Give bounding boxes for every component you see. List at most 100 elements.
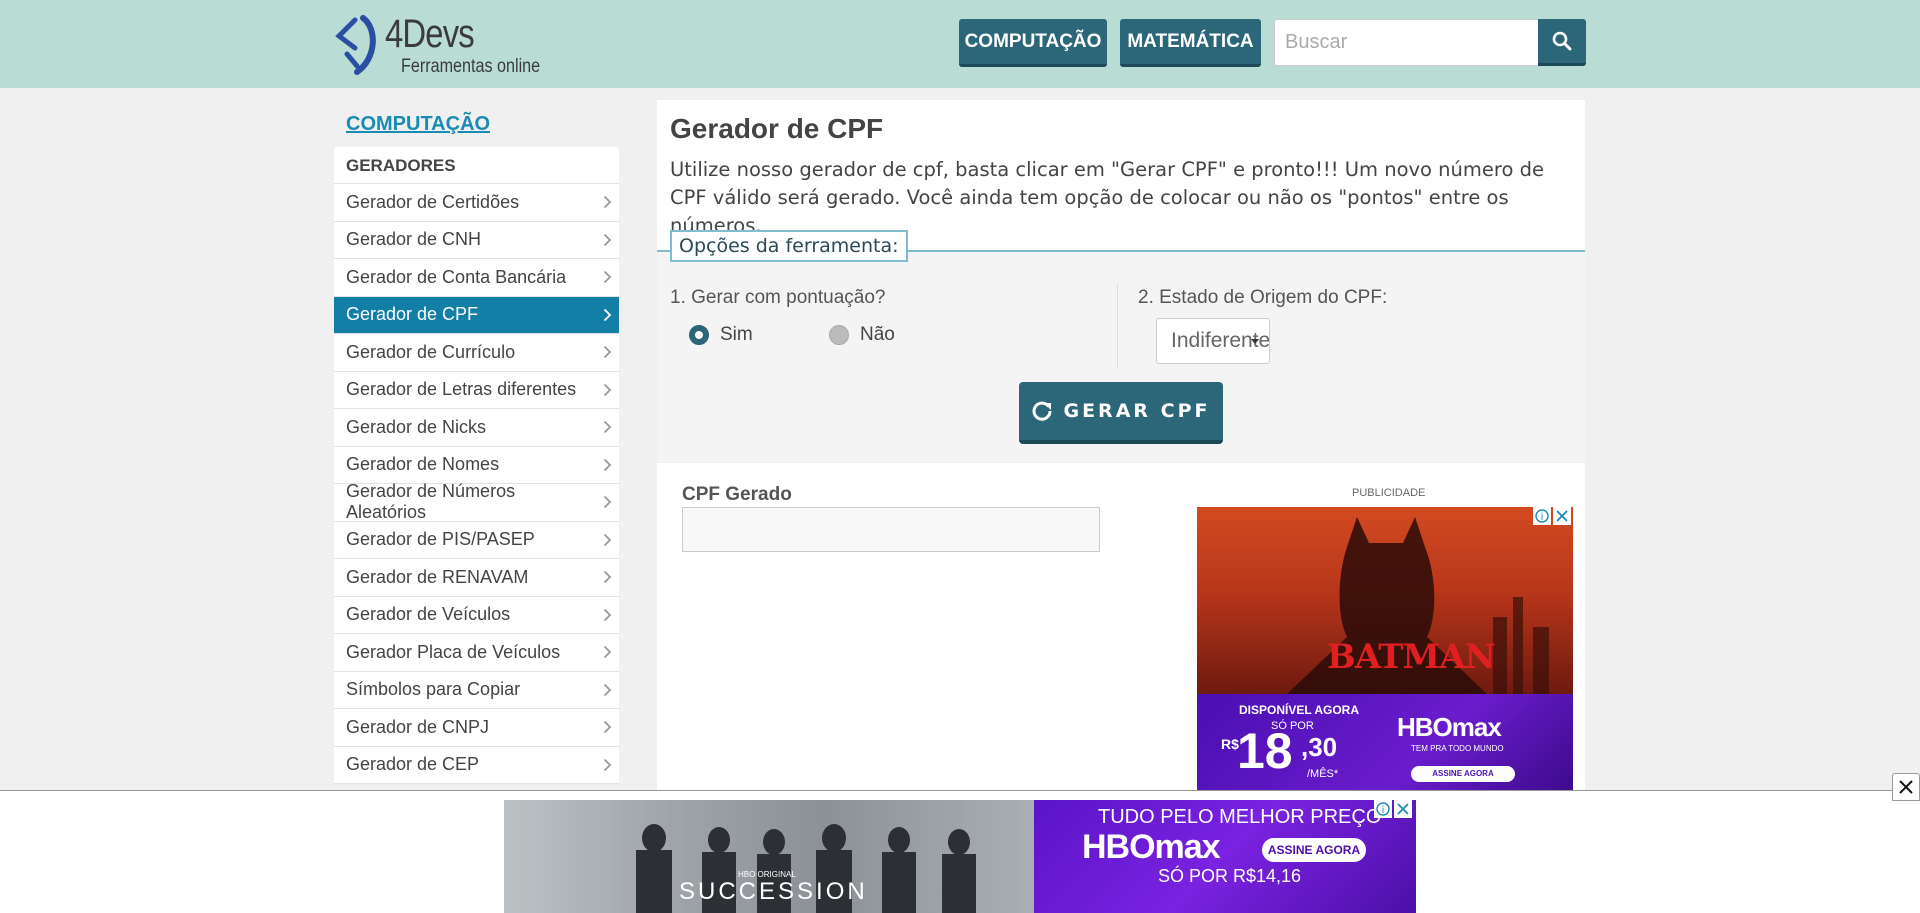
bottom-ad-cta[interactable]: ASSINE AGORA [1262,838,1366,862]
svg-text:i: i [1382,805,1385,816]
sidebar-item[interactable]: Gerador de Conta Bancária [334,259,619,297]
state-select[interactable]: Indiferente [1156,318,1270,364]
ad-label: PUBLICIDADE [1352,487,1426,499]
sidebar-item[interactable]: Gerador de Nomes [334,447,619,484]
chevron-right-icon [595,755,619,775]
chevron-right-icon [595,380,619,400]
side-ad[interactable]: BATMAN i DISPONÍVEL AGORA SÓ POR R$ 18 ,… [1197,507,1573,797]
bottom-ad-show: SUCCESSION [679,878,868,905]
radio-sim[interactable]: Sim [689,324,753,346]
sidebar-item-label: Gerador de Nicks [346,416,487,437]
sidebar-item[interactable]: Gerador de Letras diferentes [334,372,619,409]
side-ad-cta[interactable]: ASSINE AGORA [1411,766,1515,782]
page-title: Gerador de CPF [670,113,884,144]
bottom-ad-headline: TUDO PELO MELHOR PREÇO [1098,806,1382,828]
ad-close-icon[interactable] [1553,507,1571,525]
sidebar-item-label: Gerador de Conta Bancária [346,266,567,287]
nav-computacao-button[interactable]: COMPUTAÇÃO [959,19,1107,67]
sidebar-item[interactable]: Gerador de Currículo [334,334,619,372]
sidebar-item-label: Gerador de Números Aleatórios [346,481,516,523]
sidebar-item[interactable]: Símbolos para Copiar [334,672,619,709]
result-label: CPF Gerado [682,484,792,505]
ad-info-icon[interactable]: i [1374,800,1392,818]
chevron-right-icon [595,492,619,512]
generated-cpf-field[interactable] [682,507,1100,552]
site-header: 4Devs Ferramentas online COMPUTAÇÃO MATE… [0,0,1920,88]
chevron-right-icon [595,192,619,212]
bottom-ad-brand: HBOmax [1082,828,1221,866]
generate-cpf-button[interactable]: GERAR CPF [1019,382,1223,444]
sidebar-item-label: Símbolos para Copiar [346,679,521,700]
sidebar-item-label: Gerador de Certidões [346,191,520,212]
chevron-right-icon [595,605,619,625]
side-ad-brand: HBOmax [1397,712,1502,742]
search-button[interactable] [1538,19,1586,66]
chevron-right-icon [595,342,619,362]
search-icon [1552,31,1572,51]
sidebar-item-label: Gerador de CPF [346,304,479,325]
sidebar-item-label: Gerador de Currículo [346,341,516,362]
side-ad-title: BATMAN [1327,637,1496,677]
chevron-right-icon [595,455,619,475]
tool-options: Opções da ferramenta: 1. Gerar com pontu… [657,230,1585,462]
side-ad-tagline: TEM PRA TODO MUNDO [1411,744,1504,753]
site-logo[interactable]: 4Devs Ferramentas online [333,12,543,78]
result-panel: CPF Gerado PUBLICIDADE BATMAN i DISPONÍV… [657,463,1585,797]
sidebar-item-label: Gerador de Nomes [346,454,500,475]
sidebar-item[interactable]: Gerador de CNH [334,222,619,259]
chevron-right-icon [595,717,619,737]
close-icon [1899,780,1913,794]
option-punctuation-label: 1. Gerar com pontuação? [670,287,886,308]
logo-mark-icon [335,15,376,75]
radio-checked-icon [689,325,709,345]
ad-info-icon[interactable]: i [1533,507,1551,525]
bottom-ad-controls: i [1374,800,1412,818]
nav-matematica-button[interactable]: MATEMÁTICA [1120,19,1261,67]
sidebar-item[interactable]: Gerador de RENAVAM [334,559,619,597]
sidebar-item[interactable]: Gerador de Veículos [334,597,619,634]
side-ad-per: /MÊS* [1307,768,1339,780]
options-legend: Opções da ferramenta: [670,230,908,262]
side-ad-price-int: 18 [1237,723,1293,779]
side-ad-controls: i [1533,507,1571,525]
side-ad-price-dec: ,30 [1301,732,1338,762]
chevron-right-icon [595,567,619,587]
radio-sim-label: Sim [720,324,753,345]
sidebar-item[interactable]: Gerador de PIS/PASEP [334,522,619,559]
chevron-right-icon [595,267,619,287]
radio-nao-label: Não [860,324,895,345]
sidebar-item-label: Gerador de RENAVAM [346,566,529,587]
sidebar-item[interactable]: Gerador de Certidões [334,184,619,222]
sidebar-item[interactable]: Gerador de CEP [334,747,619,784]
search-input[interactable] [1274,19,1539,66]
bottom-ad-price: SÓ POR R$14,16 [1158,866,1302,886]
logo-subtitle: Ferramentas online [401,56,541,77]
refresh-icon [1032,401,1052,421]
chevron-right-icon [595,680,619,700]
sidebar-menu: GERADORES Gerador de Certidões Gerador de… [334,147,619,784]
logo-title: 4Devs [385,12,475,56]
bottom-ad-offer: TUDO PELO MELHOR PREÇO HBOmax ASSINE AGO… [1034,800,1416,913]
sidebar-item-label: Gerador de Letras diferentes [346,379,577,400]
radio-nao[interactable]: Não [829,324,895,346]
sidebar-item-label: Gerador de CNH [346,229,482,250]
sidebar-item-label: Gerador de CEP [346,754,480,775]
radio-unchecked-icon [829,325,849,345]
sidebar-item[interactable]: Gerador de CPF [334,296,619,334]
sidebar-item[interactable]: Gerador Placa de Veículos [334,634,619,672]
sidebar-category-link[interactable]: COMPUTAÇÃO [346,113,490,136]
sidebar-item-label: Gerador de PIS/PASEP [346,529,535,550]
ad-close-icon[interactable] [1394,800,1412,818]
sidebar-item[interactable]: Gerador de Números Aleatórios [334,481,619,523]
sidebar-item[interactable]: Gerador de CNPJ [334,709,619,747]
chevron-right-icon [595,305,619,325]
page-description: Utilize nosso gerador de cpf, basta clic… [670,158,1544,237]
sidebar-item-label: Gerador de CNPJ [346,716,490,737]
bottom-ad[interactable]: HBO ORIGINAL SUCCESSION TUDO PELO MELHOR… [504,800,1416,913]
options-divider [1117,284,1118,368]
sidebar-item-label: Gerador de Veículos [346,604,511,625]
chevron-right-icon [595,642,619,662]
bottom-ad-close-button[interactable] [1892,773,1920,801]
svg-text:i: i [1541,512,1544,523]
sidebar-item[interactable]: Gerador de Nicks [334,409,619,447]
